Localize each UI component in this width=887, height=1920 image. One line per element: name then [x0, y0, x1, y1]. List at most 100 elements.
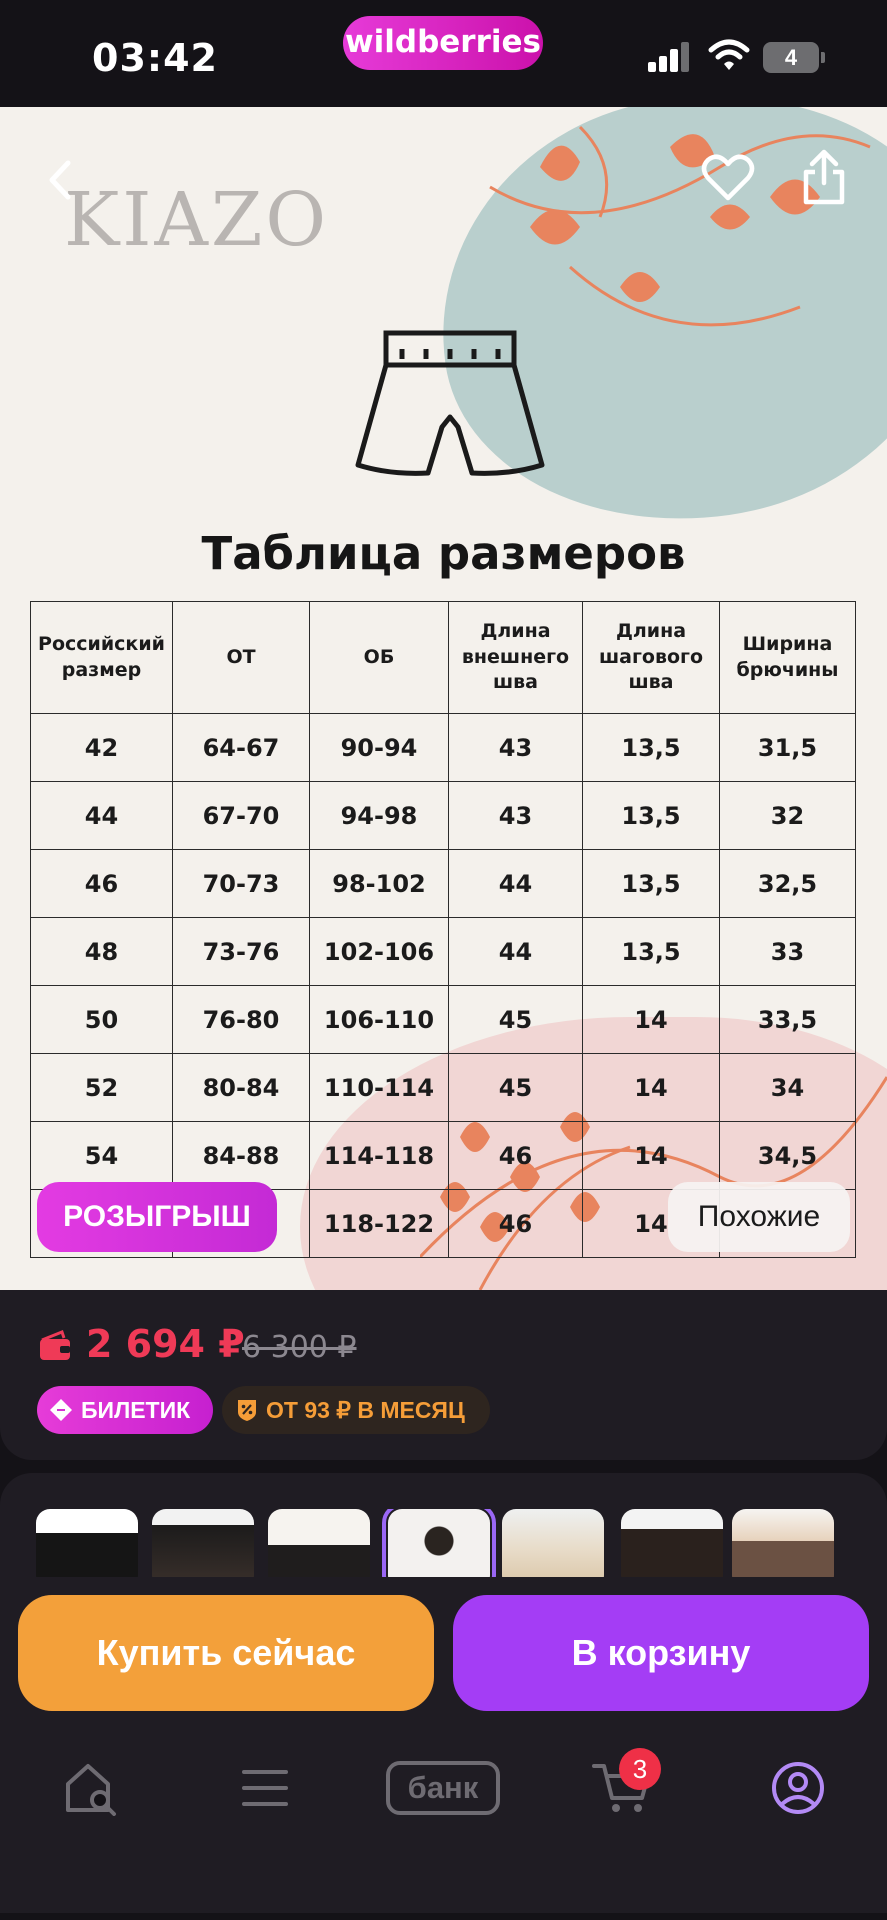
add-to-cart-button[interactable]: В корзину [453, 1595, 869, 1711]
table-cell: 13,5 [582, 781, 720, 850]
table-cell: 31,5 [719, 713, 856, 782]
table-cell: 84-88 [172, 1121, 310, 1190]
ticket-badge[interactable]: БИЛЕТИК [37, 1386, 213, 1434]
table-cell: 13,5 [582, 849, 720, 918]
table-cell: 32,5 [719, 849, 856, 918]
shorts-icon [355, 330, 545, 476]
percent-shield-icon [238, 1400, 256, 1421]
table-cell: 90-94 [309, 713, 449, 782]
table-cell: 45 [448, 1053, 583, 1122]
giveaway-badge[interactable]: РОЗЫГРЫШ [37, 1182, 277, 1252]
share-icon[interactable] [800, 147, 848, 207]
thumbnail[interactable] [382, 1509, 496, 1577]
table-cell: 70-73 [172, 849, 310, 918]
table-header-row: Российский размер ОТ ОБ Длина внешнего ш… [30, 601, 856, 714]
table-cell: 106-110 [309, 985, 449, 1054]
size-chart-title: Таблица размеров [201, 527, 686, 580]
header-cell: Российский размер [30, 601, 173, 714]
thumbnail[interactable] [152, 1509, 254, 1577]
table-cell: 73-76 [172, 917, 310, 986]
ticket-label: БИЛЕТИК [81, 1397, 191, 1423]
table-row: 50 76-80 106-110 45 14 33,5 [30, 985, 856, 1054]
installment-label: ОТ 93 ₽ В МЕСЯЦ [266, 1397, 465, 1423]
current-price: 2 694 ₽ [86, 1322, 245, 1366]
table-cell: 14 [582, 985, 720, 1054]
table-cell: 48 [30, 917, 173, 986]
header-cell: Длина шагового шва [582, 601, 720, 714]
table-cell: 118-122 [309, 1189, 449, 1258]
thumbnail[interactable] [36, 1509, 138, 1577]
table-cell: 14 [582, 1053, 720, 1122]
status-time: 03:42 [92, 36, 218, 80]
similar-button[interactable]: Похожие [668, 1182, 850, 1252]
table-cell: 34 [719, 1053, 856, 1122]
table-cell: 42 [30, 713, 173, 782]
cellular-signal-icon [648, 42, 690, 72]
table-cell: 14 [582, 1121, 720, 1190]
status-bar: 03:42 wildberries 4 [0, 0, 887, 107]
installment-badge[interactable]: ОТ 93 ₽ В МЕСЯЦ [222, 1386, 490, 1434]
table-cell: 102-106 [309, 917, 449, 986]
thumbnail[interactable] [621, 1509, 723, 1577]
catalog-menu-icon[interactable] [240, 1766, 290, 1810]
product-page: 03:42 wildberries 4 KIAZO Таблица размер… [0, 0, 887, 1920]
table-cell: 80-84 [172, 1053, 310, 1122]
table-row: 52 80-84 110-114 45 14 34 [30, 1053, 856, 1122]
table-cell: 43 [448, 781, 583, 850]
product-image[interactable]: KIAZO Таблица размеров Российский размер [0, 107, 887, 1290]
buy-now-button[interactable]: Купить сейчас [18, 1595, 434, 1711]
cart-count-badge: 3 [619, 1748, 661, 1790]
table-cell: 110-114 [309, 1053, 449, 1122]
header-cell: ОТ [172, 601, 310, 714]
table-cell: 46 [448, 1189, 583, 1258]
table-cell: 44 [448, 917, 583, 986]
wifi-icon [708, 39, 750, 70]
price-card: 2 694 ₽ 6 300 ₽ БИЛЕТИК ОТ 93 ₽ В МЕСЯЦ [0, 1290, 887, 1460]
ticket-icon [50, 1399, 72, 1421]
table-cell: 52 [30, 1053, 173, 1122]
table-cell: 114-118 [309, 1121, 449, 1190]
table-cell: 43 [448, 713, 583, 782]
wildberries-badge[interactable]: wildberries [343, 16, 543, 70]
header-cell: Длина внешнего шва [448, 601, 583, 714]
table-cell: 45 [448, 985, 583, 1054]
back-icon[interactable] [40, 155, 80, 205]
table-cell: 64-67 [172, 713, 310, 782]
table-row: 48 73-76 102-106 44 13,5 33 [30, 917, 856, 986]
table-cell: 32 [719, 781, 856, 850]
table-cell: 46 [30, 849, 173, 918]
heart-icon[interactable] [700, 152, 756, 204]
table-cell: 67-70 [172, 781, 310, 850]
thumbnail[interactable] [268, 1509, 370, 1577]
thumbnail[interactable] [502, 1509, 604, 1577]
table-cell: 44 [448, 849, 583, 918]
home-search-icon[interactable] [62, 1760, 120, 1816]
table-cell: 13,5 [582, 713, 720, 782]
bank-tab[interactable]: банк [386, 1761, 500, 1815]
table-cell: 33 [719, 917, 856, 986]
table-cell: 76-80 [172, 985, 310, 1054]
table-cell: 34,5 [719, 1121, 856, 1190]
header-cell: ОБ [309, 601, 449, 714]
old-price: 6 300 ₽ [242, 1330, 357, 1365]
wallet-icon [40, 1330, 70, 1360]
table-cell: 44 [30, 781, 173, 850]
table-row: 54 84-88 114-118 46 14 34,5 [30, 1121, 856, 1190]
bottom-panel: Купить сейчас В корзину [0, 1473, 887, 1913]
table-cell: 46 [448, 1121, 583, 1190]
size-table: Российский размер ОТ ОБ Длина внешнего ш… [30, 601, 856, 1258]
thumbnail-strip[interactable] [36, 1509, 887, 1577]
table-cell: 50 [30, 985, 173, 1054]
table-cell: 13,5 [582, 917, 720, 986]
profile-icon[interactable] [770, 1760, 826, 1816]
battery-icon: 4 [763, 42, 825, 73]
table-cell: 33,5 [719, 985, 856, 1054]
table-row: 46 70-73 98-102 44 13,5 32,5 [30, 849, 856, 918]
thumbnail[interactable] [732, 1509, 834, 1577]
table-row: 44 67-70 94-98 43 13,5 32 [30, 781, 856, 850]
brand-logo: KIAZO [64, 177, 330, 263]
table-row: 42 64-67 90-94 43 13,5 31,5 [30, 713, 856, 782]
table-cell: 94-98 [309, 781, 449, 850]
header-cell: Ширина брючины [719, 601, 856, 714]
table-cell: 98-102 [309, 849, 449, 918]
